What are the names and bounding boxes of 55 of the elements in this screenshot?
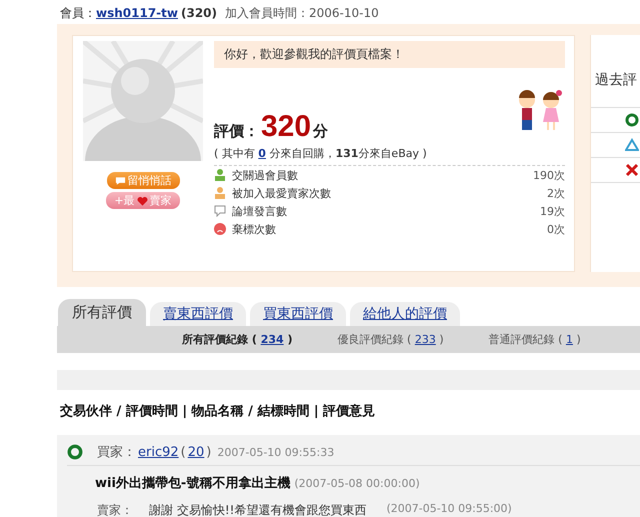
feedback-time: 2007-05-10 09:55:33 <box>217 446 334 458</box>
stat-value: 190次 <box>533 168 565 182</box>
stat-value: 2次 <box>547 186 565 200</box>
rating-score: 320 <box>261 110 312 144</box>
member-name-link[interactable]: wsh0117-tw <box>96 6 178 20</box>
join-date: 加入會員時間：2006-10-10 <box>225 6 379 20</box>
tab[interactable]: 給他人的評價 <box>350 302 460 326</box>
role-label: 買家： <box>97 444 136 461</box>
rating-label: 評價： <box>214 122 259 141</box>
closing-paren: ) <box>288 333 293 346</box>
stat-value: 19次 <box>540 204 565 218</box>
circle-icon <box>67 444 83 460</box>
tab[interactable]: 所有評價 <box>58 299 146 326</box>
circle-icon <box>625 113 639 127</box>
list-heading: 交易伙伴 / 評價時間 | 物品名稱 / 結標時間 | 評價意見 <box>60 402 376 420</box>
tab[interactable]: 賣東西評價 <box>150 302 246 326</box>
sad-face-icon <box>214 223 226 235</box>
reply-role-label: 賣家： <box>97 502 133 517</box>
cross-icon <box>625 163 639 177</box>
partner-score-link[interactable]: 20 <box>188 444 204 460</box>
stat-label: 論壇發言數 <box>232 204 288 218</box>
end-time: (2007-05-08 00:00:00) <box>294 477 420 490</box>
stat-label: 被加入最愛賣家次數 <box>232 186 332 200</box>
closing-paren: ) <box>576 333 581 346</box>
filter-label: 普通評價紀錄 ( <box>488 333 562 346</box>
stat-label: 交關過會員數 <box>232 168 299 182</box>
greeting-banner: 你好，歡迎參觀我的評價頁檔案！ <box>214 41 565 68</box>
filter-label: 優良評價紀錄 ( <box>338 333 412 346</box>
person-icon <box>214 187 226 199</box>
rating-unit: 分 <box>313 122 328 141</box>
person-icon <box>214 169 226 181</box>
reply-text: 謝謝 交易愉快!!希望還有機會跟您買東西 <box>149 502 366 517</box>
tab[interactable]: 買東西評價 <box>250 302 346 326</box>
triangle-icon <box>625 138 639 152</box>
filter-label: 所有評價紀錄 ( <box>182 333 257 346</box>
item-name: wii外出攜帶包-號稱不用拿出主機 <box>95 476 290 491</box>
filter-count-link[interactable]: 1 <box>566 333 573 346</box>
speech-bubble-icon <box>214 205 226 217</box>
opening-paren: ( <box>180 444 186 460</box>
filter-count-link[interactable]: 233 <box>414 333 436 346</box>
partner-link[interactable]: eric92 <box>138 444 179 460</box>
history-title: 過去評 <box>594 71 638 90</box>
filter-count-link[interactable]: 234 <box>260 333 284 346</box>
repurchase-score-link[interactable]: 0 <box>258 147 266 160</box>
heart-icon <box>136 196 148 206</box>
rating-breakdown-start: ( 其中有 <box>214 147 256 160</box>
speech-bubble-icon <box>114 176 126 186</box>
closing-paren: ) <box>206 444 212 460</box>
stat-value: 0次 <box>547 222 565 236</box>
stat-label: 棄標次數 <box>232 222 277 236</box>
member-label: 會員： <box>60 6 96 20</box>
rating-breakdown-end: 分來自回購，131分來自eBay ) <box>268 147 427 160</box>
reply-time: (2007-05-10 09:55:00) <box>386 502 512 517</box>
member-score: (320) <box>180 6 218 20</box>
closing-paren: ) <box>439 333 444 346</box>
